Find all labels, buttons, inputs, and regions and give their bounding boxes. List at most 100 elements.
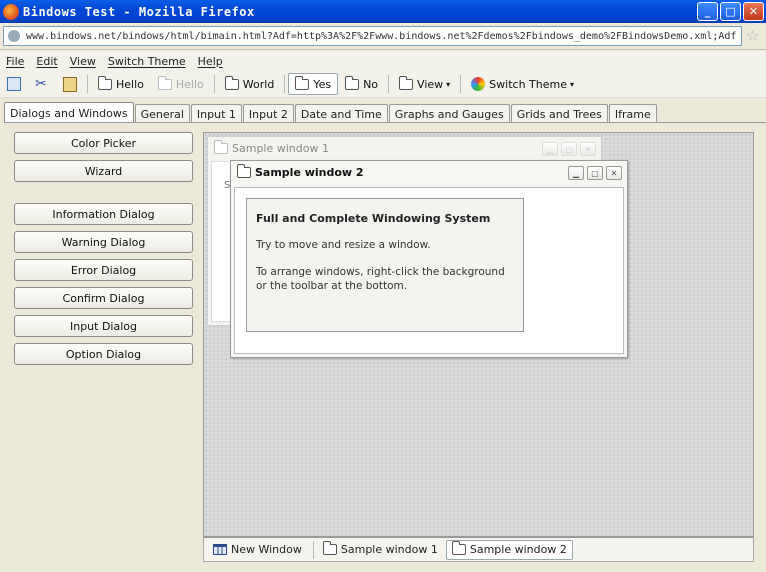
- folder-icon: [345, 75, 360, 90]
- navigation-bar: www.bindows.net/bindows/html/bimain.html…: [0, 23, 766, 50]
- sample-window-2-body: Full and Complete Windowing System Try t…: [234, 187, 624, 354]
- error-dialog-button[interactable]: Error Dialog: [14, 259, 193, 281]
- hello-label: Hello: [116, 77, 144, 91]
- sample-window-1-title: Sample window 1: [232, 141, 329, 155]
- world-button[interactable]: World: [218, 73, 282, 95]
- new-window-button[interactable]: New Window: [207, 540, 308, 560]
- menu-bar: File Edit View Switch Theme Help: [0, 51, 766, 71]
- folder-icon: [214, 139, 228, 154]
- sample-window-2-controls: ▁ ▢ ✕: [568, 166, 622, 180]
- warning-dialog-button[interactable]: Warning Dialog: [14, 231, 193, 253]
- url-field[interactable]: www.bindows.net/bindows/html/bimain.html…: [3, 26, 742, 46]
- tab-input-2[interactable]: Input 2: [242, 104, 294, 123]
- input-dialog-button[interactable]: Input Dialog: [14, 315, 193, 337]
- minimize-button[interactable]: _: [697, 2, 718, 21]
- folder-icon: [98, 75, 112, 90]
- cut-button[interactable]: ✂: [28, 73, 56, 95]
- world-label: World: [242, 77, 275, 91]
- folder-icon: [295, 75, 310, 90]
- task2-label: Sample window 2: [469, 543, 567, 556]
- toolbar-separator: [388, 75, 390, 93]
- minimize-icon[interactable]: ▁: [568, 166, 584, 180]
- window-title: Bindows Test - Mozilla Firefox: [23, 4, 255, 19]
- color-picker-button[interactable]: Color Picker: [14, 132, 193, 154]
- sample-window-2[interactable]: Sample window 2 ▁ ▢ ✕ Full and Complete …: [230, 160, 628, 358]
- paste-button[interactable]: [56, 73, 84, 95]
- taskbar-separator: [312, 540, 314, 559]
- info-line-1: Try to move and resize a window.: [256, 239, 431, 251]
- information-dialog-button[interactable]: Information Dialog: [14, 203, 193, 225]
- info-line-2: To arrange windows, right-click the back…: [256, 266, 505, 292]
- chevron-down-icon: ▾: [569, 79, 574, 89]
- taskbar-sample-window-2[interactable]: Sample window 2: [445, 539, 573, 560]
- site-identity-icon[interactable]: [8, 30, 20, 42]
- hello-disabled-label: Hello: [175, 77, 204, 91]
- copy-icon: [7, 77, 21, 91]
- menu-switch-theme[interactable]: Switch Theme: [102, 55, 192, 68]
- hello-disabled-button: Hello: [151, 73, 211, 95]
- folder-icon: [224, 75, 239, 90]
- bookmark-star-icon[interactable]: ☆: [746, 26, 760, 45]
- maximize-button[interactable]: □: [720, 2, 741, 21]
- toolbar: ✂ Hello Hello World Yes No View ▾ Switch …: [0, 71, 766, 98]
- chevron-down-icon: ▾: [446, 79, 451, 89]
- toolbar-separator: [213, 75, 215, 93]
- wizard-button[interactable]: Wizard: [14, 160, 193, 182]
- window-grid-icon: [213, 544, 227, 555]
- close-icon[interactable]: ✕: [606, 166, 622, 180]
- sample-window-2-title: Sample window 2: [255, 165, 364, 179]
- info-box: Full and Complete Windowing System Try t…: [246, 198, 524, 332]
- confirm-dialog-button[interactable]: Confirm Dialog: [14, 287, 193, 309]
- maximize-icon[interactable]: ▢: [561, 142, 577, 156]
- yes-label: Yes: [313, 77, 332, 91]
- folder-icon: [399, 75, 414, 90]
- toolbar-separator: [87, 75, 88, 93]
- scissors-icon: ✂: [35, 76, 47, 92]
- task1-label: Sample window 1: [340, 543, 438, 556]
- menu-help[interactable]: Help: [192, 55, 229, 68]
- folder-icon: [237, 163, 251, 178]
- copy-button[interactable]: [0, 73, 28, 95]
- title-bar: Bindows Test - Mozilla Firefox _ □ ✕: [0, 0, 766, 23]
- new-window-label: New Window: [231, 543, 302, 556]
- yes-toggle[interactable]: Yes: [288, 73, 339, 95]
- view-dropdown[interactable]: View ▾: [392, 73, 457, 95]
- folder-icon: [451, 541, 466, 555]
- close-icon[interactable]: ✕: [580, 142, 596, 156]
- toolbar-separator: [284, 75, 286, 93]
- folder-icon: [322, 541, 337, 555]
- folder-icon: [157, 75, 172, 90]
- switch-theme-label: Switch Theme: [489, 77, 567, 91]
- tab-input-1[interactable]: Input 1: [190, 104, 242, 123]
- window-controls: _ □ ✕: [697, 2, 764, 21]
- paste-icon: [63, 76, 77, 92]
- taskbar-sample-window-1[interactable]: Sample window 1: [317, 540, 444, 560]
- tab-date-and-time[interactable]: Date and Time: [294, 104, 388, 123]
- toolbar-separator: [460, 75, 462, 93]
- theme-icon: [471, 77, 486, 91]
- tab-dialogs-and-windows[interactable]: Dialogs and Windows: [4, 102, 134, 123]
- menu-edit[interactable]: Edit: [30, 55, 63, 68]
- option-dialog-button[interactable]: Option Dialog: [14, 343, 193, 365]
- menu-file[interactable]: File: [0, 55, 30, 68]
- tab-iframe[interactable]: Iframe: [608, 104, 657, 123]
- window-taskbar[interactable]: New Window Sample window 1 Sample window…: [203, 537, 754, 562]
- tab-grids-and-trees[interactable]: Grids and Trees: [510, 104, 608, 123]
- window-desktop[interactable]: Sample window 1 ▁ ▢ ✕ Sc Sample window 2…: [203, 132, 754, 537]
- no-toggle[interactable]: No: [338, 73, 385, 95]
- sample-window-1-controls: ▁ ▢ ✕: [542, 142, 596, 156]
- menu-view[interactable]: View: [64, 55, 102, 68]
- firefox-icon: [3, 3, 19, 20]
- minimize-icon[interactable]: ▁: [542, 142, 558, 156]
- close-button[interactable]: ✕: [743, 2, 764, 21]
- info-heading: Full and Complete Windowing System: [256, 212, 491, 225]
- view-label: View: [417, 77, 444, 91]
- url-text[interactable]: www.bindows.net/bindows/html/bimain.html…: [26, 31, 736, 42]
- tab-bar: Dialogs and Windows General Input 1 Inpu…: [4, 102, 658, 123]
- no-label: No: [363, 77, 379, 91]
- maximize-icon[interactable]: ▢: [587, 166, 603, 180]
- tab-general[interactable]: General: [134, 104, 190, 123]
- tab-graphs-and-gauges[interactable]: Graphs and Gauges: [388, 104, 510, 123]
- switch-theme-dropdown[interactable]: Switch Theme ▾: [464, 73, 581, 95]
- hello-button[interactable]: Hello: [91, 73, 151, 95]
